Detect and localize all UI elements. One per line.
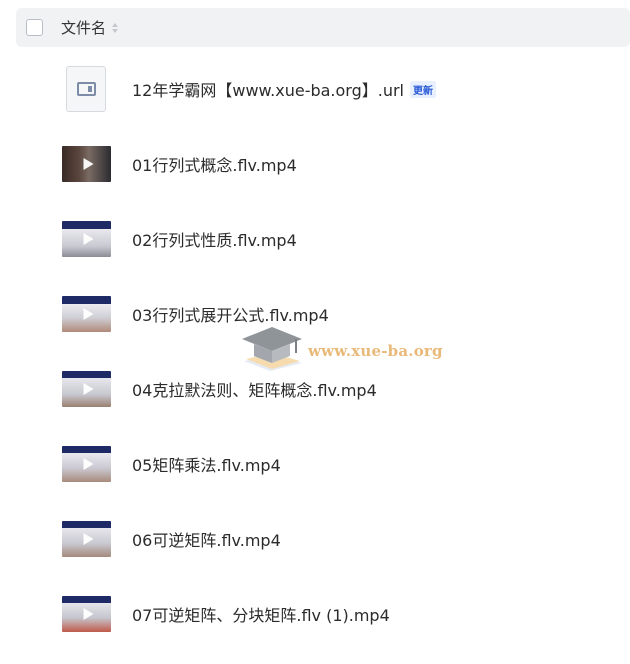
video-thumbnail-icon: [62, 445, 111, 482]
watermark: www.xue-ba.org: [240, 325, 455, 375]
video-thumbnail-icon: [62, 145, 111, 182]
file-list-header: 文件名: [16, 8, 630, 47]
select-all-checkbox[interactable]: [26, 19, 43, 36]
file-name[interactable]: 01行列式概念.flv.mp4: [132, 152, 297, 176]
file-name[interactable]: 02行列式性质.flv.mp4: [132, 227, 297, 251]
play-icon: [83, 157, 93, 170]
file-row[interactable]: 12年学霸网【www.xue-ba.org】.url 更新: [0, 51, 630, 126]
file-row[interactable]: 02行列式性质.flv.mp4: [0, 201, 630, 276]
video-thumbnail-icon: [62, 520, 111, 557]
play-icon: [83, 232, 93, 245]
play-icon: [83, 307, 93, 320]
video-thumbnail-icon: [62, 295, 111, 332]
sort-icon[interactable]: [112, 22, 119, 33]
play-icon: [83, 457, 93, 470]
play-icon: [83, 532, 93, 545]
video-thumbnail-icon: [62, 595, 111, 632]
file-name[interactable]: 12年学霸网【www.xue-ba.org】.url 更新: [132, 77, 437, 101]
file-name[interactable]: 03行列式展开公式.flv.mp4: [132, 302, 329, 326]
video-thumbnail-icon: [62, 370, 111, 407]
update-badge: 更新: [410, 80, 437, 98]
file-row[interactable]: 01行列式概念.flv.mp4: [0, 126, 630, 201]
file-name[interactable]: 05矩阵乘法.flv.mp4: [132, 452, 281, 476]
file-row[interactable]: 06可逆矩阵.flv.mp4: [0, 501, 630, 576]
file-name[interactable]: 06可逆矩阵.flv.mp4: [132, 527, 281, 551]
file-name[interactable]: 04克拉默法则、矩阵概念.flv.mp4: [132, 377, 377, 401]
graduation-cap-icon: [242, 327, 302, 371]
url-file-icon: [66, 65, 106, 112]
video-thumbnail-icon: [62, 220, 111, 257]
file-name[interactable]: 07可逆矩阵、分块矩阵.flv (1).mp4: [132, 602, 390, 626]
play-icon: [83, 382, 93, 395]
watermark-text: www.xue-ba.org: [308, 342, 443, 360]
play-icon: [83, 607, 93, 620]
column-header-filename[interactable]: 文件名: [61, 17, 106, 38]
file-row[interactable]: 05矩阵乘法.flv.mp4: [0, 426, 630, 501]
file-row[interactable]: 07可逆矩阵、分块矩阵.flv (1).mp4: [0, 576, 630, 651]
